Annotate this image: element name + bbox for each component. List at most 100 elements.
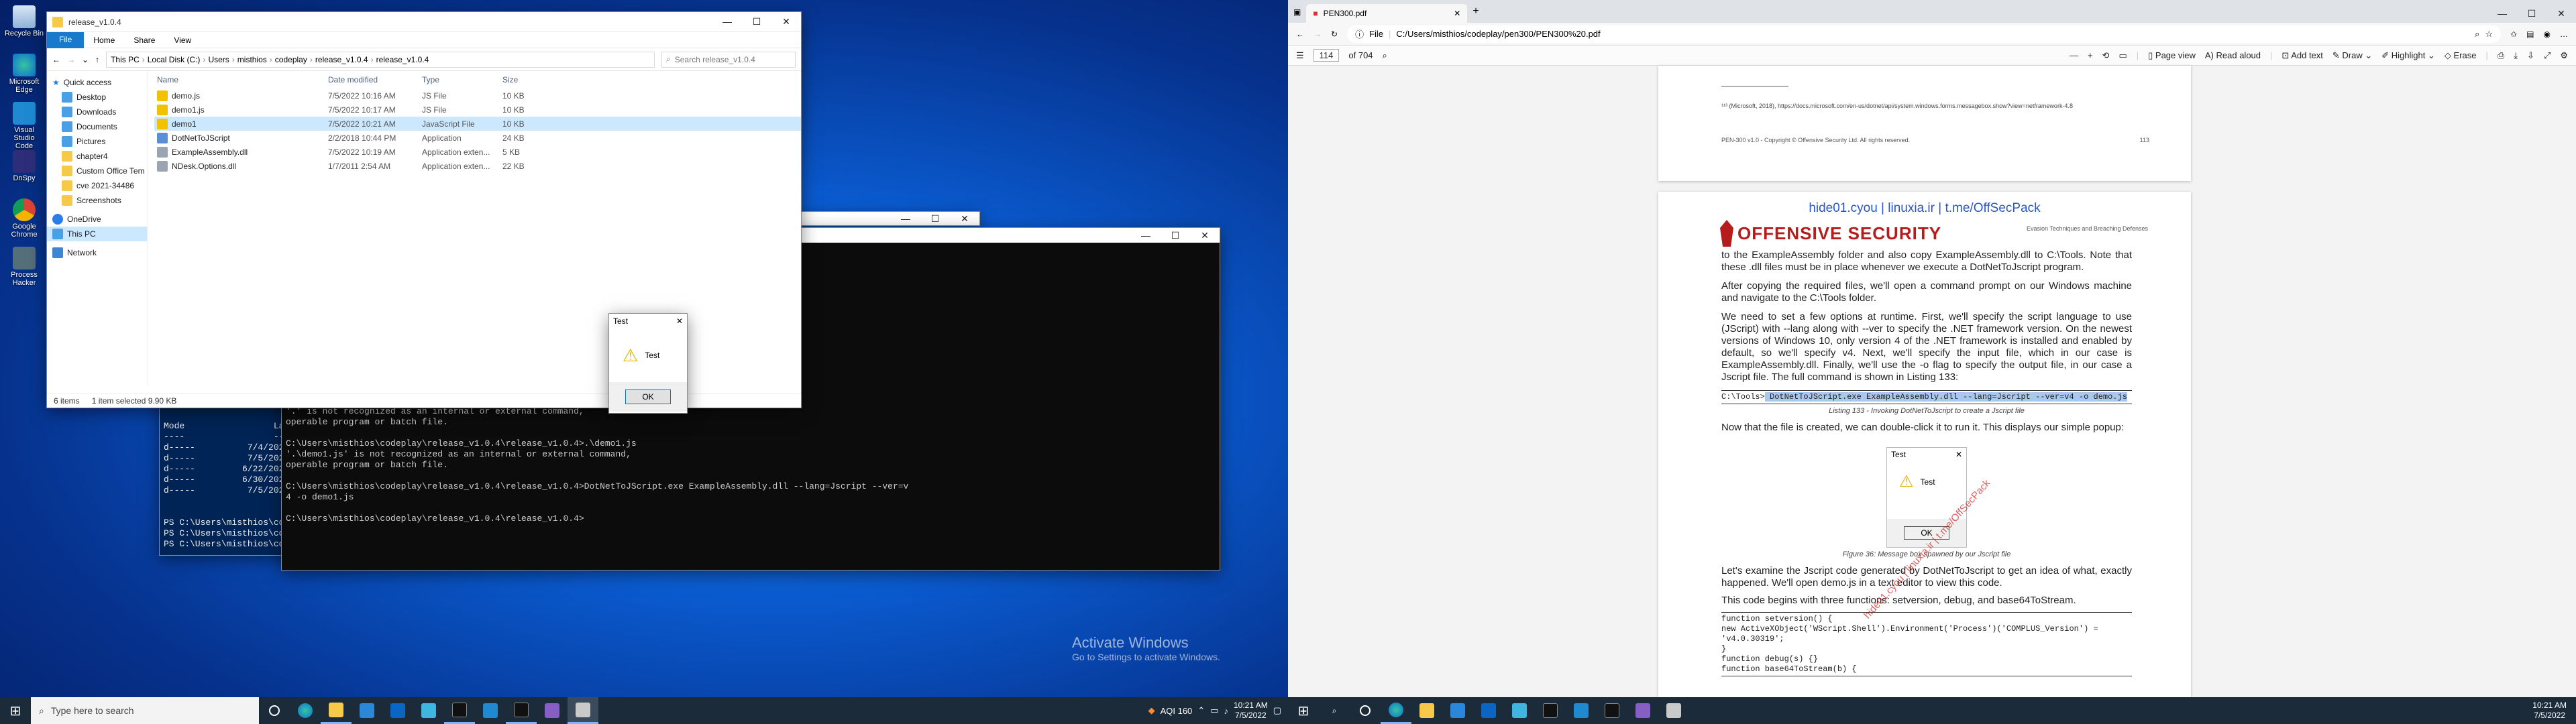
file-row[interactable]: DotNetToJScript 2/2/2018 10:44 PM Applicat… — [154, 131, 801, 145]
close-button[interactable]: ✕ — [950, 212, 979, 225]
nav-quick-access-item[interactable]: cve 2021-34486 — [47, 178, 147, 193]
taskbar-explorer[interactable] — [1411, 697, 1442, 724]
taskbar-store[interactable] — [352, 697, 382, 724]
chevron-up-icon[interactable]: ⌃ — [1197, 705, 1205, 716]
taskbar-mail[interactable] — [1473, 697, 1504, 724]
search-button[interactable]: ⌕ — [1319, 697, 1350, 724]
column-type[interactable]: Type — [422, 75, 502, 84]
desktop-icon-vscode[interactable]: Visual Studio Code — [4, 102, 44, 150]
nav-onedrive[interactable]: OneDrive — [47, 212, 147, 227]
breadcrumb-segment[interactable]: release_v1.0.4 — [376, 55, 429, 64]
nav-quick-access-item[interactable]: Documents — [47, 119, 147, 134]
up-arrow-icon[interactable]: ↑ — [95, 55, 99, 64]
page-header-link[interactable]: hide01.cyou | linuxia.ir | t.me/OffSecPa… — [1658, 201, 2191, 216]
column-name[interactable]: Name — [157, 75, 328, 84]
read-aloud-button[interactable]: A) Read aloud — [2205, 50, 2261, 60]
nav-quick-access-item[interactable]: Desktop — [47, 90, 147, 105]
maximize-button[interactable]: ☐ — [1161, 228, 1190, 243]
weather-text[interactable]: AQI 160 — [1161, 706, 1193, 716]
background-window[interactable]: — ☐ ✕ — [785, 212, 979, 225]
taskbar-cmd-2[interactable] — [506, 697, 537, 724]
taskbar-store[interactable] — [1442, 697, 1473, 724]
search-icon[interactable]: ⌕ — [1383, 50, 1387, 61]
nav-quick-access-item[interactable]: chapter4 — [47, 149, 147, 164]
taskbar-app[interactable] — [413, 697, 444, 724]
taskbar-edge[interactable] — [1381, 697, 1411, 724]
file-row[interactable]: ExampleAssembly.dll 7/5/2022 10:19 AM Appl… — [154, 145, 801, 159]
notification-icon[interactable]: ▢ — [1273, 705, 1281, 716]
tab-share[interactable]: Share — [124, 33, 164, 48]
taskbar-active-app[interactable] — [568, 697, 598, 724]
taskbar-visual-studio[interactable] — [1627, 697, 1658, 724]
address-bar[interactable]: ⓘ File | C:/Users/misthios/codeplay/pen3… — [1347, 25, 2502, 43]
column-date[interactable]: Date modified — [328, 75, 422, 84]
nav-quick-access-item[interactable]: Custom Office Tem — [47, 164, 147, 178]
nav-quick-access-item[interactable]: Pictures — [47, 134, 147, 149]
close-button[interactable]: ✕ — [1190, 228, 1220, 243]
collections-icon[interactable]: ▤ — [2526, 29, 2534, 39]
favorite-star-icon[interactable]: ☆ — [2485, 29, 2493, 40]
taskbar-vscode[interactable] — [1566, 697, 1597, 724]
taskbar-vscode[interactable] — [475, 697, 506, 724]
maximize-button[interactable]: ☐ — [742, 12, 771, 31]
new-tab-button[interactable]: + — [1472, 5, 1479, 23]
nav-quick-access[interactable]: ★ Quick access — [47, 75, 147, 90]
rotate-icon[interactable]: ⟲ — [2102, 50, 2110, 61]
maximize-button[interactable]: ☐ — [920, 212, 950, 225]
refresh-icon[interactable]: ↻ — [1331, 29, 1338, 39]
taskbar-search[interactable]: ⌕ Type here to search — [31, 697, 259, 724]
tab-actions-icon[interactable]: ▣ — [1293, 7, 1301, 23]
column-size[interactable]: Size — [502, 75, 549, 84]
close-icon[interactable]: ✕ — [1454, 9, 1460, 18]
nav-quick-access-item[interactable]: Downloads — [47, 105, 147, 119]
back-arrow-icon[interactable]: ← — [1296, 29, 1304, 39]
nav-quick-access-item[interactable]: Screenshots — [47, 193, 147, 208]
taskbar-explorer[interactable] — [321, 697, 352, 724]
desktop-icon-process-hacker[interactable]: Process Hacker — [4, 247, 44, 287]
file-explorer-window[interactable]: release_v1.0.4 — ☐ ✕ File Home Share View … — [47, 12, 801, 408]
save-icon[interactable]: ⤓ — [2514, 50, 2518, 61]
task-view-button[interactable] — [259, 697, 290, 724]
breadcrumb-segment[interactable]: release_v1.0.4 — [315, 55, 368, 64]
explorer-titlebar[interactable]: release_v1.0.4 — ☐ ✕ — [47, 12, 801, 32]
taskbar-cmd-2[interactable] — [1597, 697, 1627, 724]
taskbar-active-app[interactable] — [1658, 697, 1689, 724]
minimize-button[interactable]: — — [891, 212, 920, 225]
tab-file[interactable]: File — [47, 32, 85, 48]
table-of-contents-icon[interactable]: ☰ — [1296, 50, 1304, 61]
minimize-button[interactable]: — — [2487, 4, 2517, 23]
desktop-icon-recycle-bin[interactable]: Recycle Bin — [4, 5, 44, 38]
taskbar-app[interactable] — [1504, 697, 1535, 724]
breadcrumb-segment[interactable]: This PC — [111, 55, 140, 64]
desktop-icon-edge[interactable]: Microsoft Edge — [4, 54, 44, 94]
taskbar-cmd[interactable] — [1535, 697, 1566, 724]
file-row[interactable]: demo1 7/5/2022 10:21 AM JavaScript File 10 … — [154, 117, 801, 131]
maximize-button[interactable]: ☐ — [2517, 4, 2546, 23]
network-icon[interactable]: ▭ — [1210, 705, 1218, 716]
clock[interactable]: 10:21 AM 7/5/2022 — [1234, 701, 1268, 721]
print-icon[interactable]: ⎙ — [2498, 50, 2504, 61]
tab-view[interactable]: View — [164, 33, 201, 48]
volume-icon[interactable]: ♪ — [1224, 706, 1229, 716]
file-row[interactable]: NDesk.Options.dll 1/7/2011 2:54 AM Applica… — [154, 159, 801, 173]
add-text-button[interactable]: ⊡ Add text — [2282, 50, 2323, 61]
close-icon[interactable]: ✕ — [676, 316, 683, 326]
message-box[interactable]: Test ✕ ⚠ Test OK — [609, 314, 687, 413]
back-arrow-icon[interactable]: ← — [52, 55, 60, 64]
settings-icon[interactable]: ⚙ — [2560, 50, 2568, 61]
forward-arrow-icon[interactable]: → — [1313, 29, 1322, 39]
page-number-input[interactable]: 114 — [1313, 49, 1340, 62]
zoom-out-icon[interactable]: — — [2070, 50, 2078, 60]
clock[interactable]: 10:21 AM 7/5/2022 — [2532, 701, 2576, 721]
breadcrumb-segment[interactable]: Users — [208, 55, 229, 64]
breadcrumb-segment[interactable]: Local Disk (C:) — [148, 55, 201, 64]
zoom-icon[interactable]: ⌕ — [2475, 29, 2479, 40]
close-button[interactable]: ✕ — [2546, 4, 2576, 23]
page-view-button[interactable]: ▯ Page view — [2148, 50, 2196, 61]
browser-tab[interactable]: ■ PEN300.pdf ✕ — [1306, 4, 1468, 23]
close-button[interactable]: ✕ — [771, 12, 801, 31]
desktop-icon-dnspy[interactable]: DnSpy — [4, 150, 44, 182]
minimize-button[interactable]: — — [712, 12, 742, 31]
erase-button[interactable]: ◇ Erase — [2445, 50, 2477, 61]
breadcrumb-segment[interactable]: misthios — [237, 55, 267, 64]
